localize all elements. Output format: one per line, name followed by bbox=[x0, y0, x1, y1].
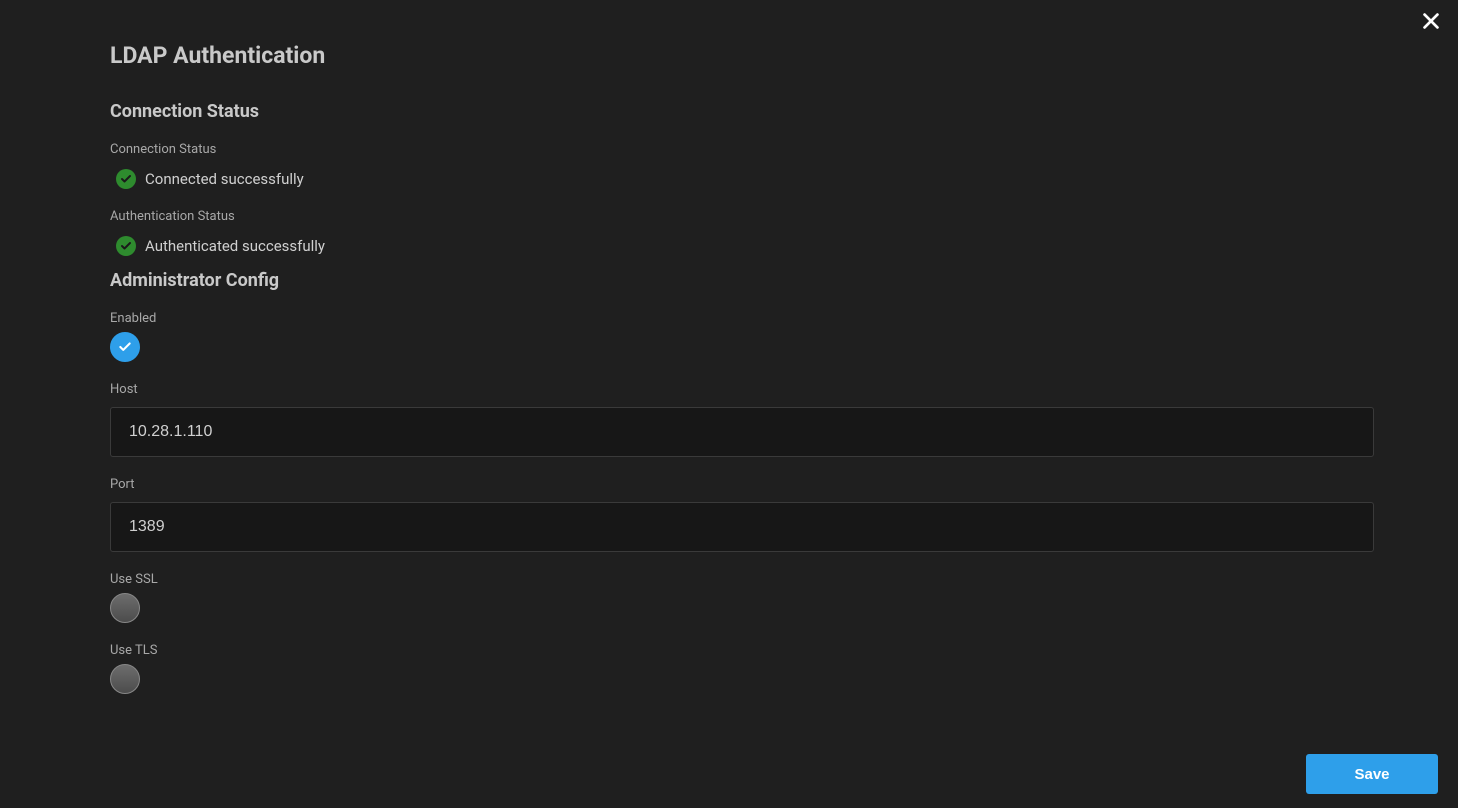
enabled-label: Enabled bbox=[110, 311, 1380, 326]
close-icon bbox=[1420, 10, 1442, 32]
check-circle-icon bbox=[116, 169, 136, 189]
port-input[interactable] bbox=[110, 502, 1374, 552]
content-scroll[interactable]: Connection Status Connection Status Conn… bbox=[110, 95, 1440, 703]
connection-status-label: Connection Status bbox=[110, 142, 1380, 157]
use-ssl-toggle[interactable] bbox=[110, 593, 140, 623]
save-button[interactable]: Save bbox=[1306, 754, 1438, 794]
enabled-toggle[interactable] bbox=[110, 332, 140, 362]
authentication-status-label: Authentication Status bbox=[110, 209, 1380, 224]
authentication-status-row: Authenticated successfully bbox=[110, 236, 1380, 256]
check-circle-icon bbox=[116, 236, 136, 256]
host-input[interactable] bbox=[110, 407, 1374, 457]
connection-status-text: Connected successfully bbox=[145, 170, 304, 188]
close-button[interactable] bbox=[1418, 8, 1444, 34]
footer: Save bbox=[1306, 754, 1438, 794]
use-tls-label: Use TLS bbox=[110, 643, 1380, 658]
check-icon bbox=[118, 340, 132, 354]
connection-status-row: Connected successfully bbox=[110, 169, 1380, 189]
use-tls-toggle[interactable] bbox=[110, 664, 140, 694]
page-title: LDAP Authentication bbox=[0, 0, 1458, 69]
authentication-status-text: Authenticated successfully bbox=[145, 237, 325, 255]
host-label: Host bbox=[110, 382, 1380, 397]
section-connection-status: Connection Status bbox=[110, 101, 1380, 122]
section-admin-config: Administrator Config bbox=[110, 270, 1380, 291]
port-label: Port bbox=[110, 477, 1380, 492]
use-ssl-label: Use SSL bbox=[110, 572, 1380, 587]
